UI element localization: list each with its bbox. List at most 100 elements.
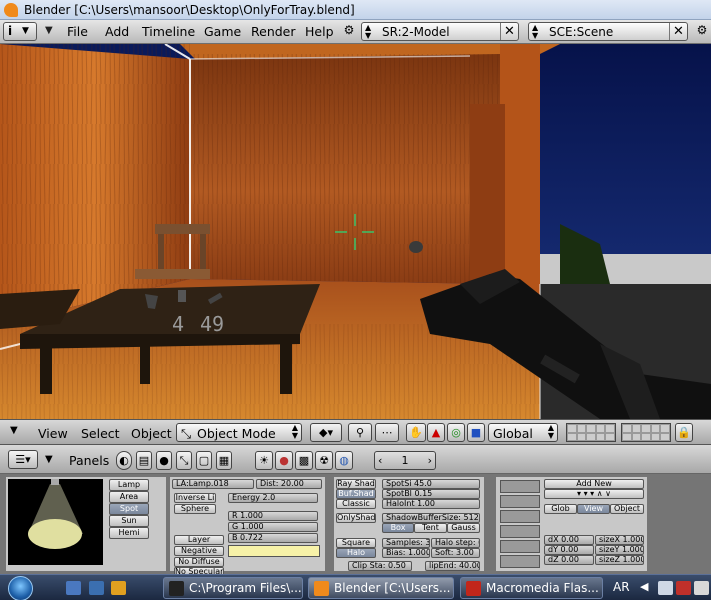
ray-shadow-button[interactable]: Ray Shad: [336, 479, 376, 489]
offset-x-field[interactable]: dX 0.00: [544, 535, 594, 545]
menu-file[interactable]: File: [67, 24, 88, 39]
blue-slider[interactable]: B 0.722: [228, 533, 318, 543]
square-button[interactable]: Square: [336, 538, 376, 548]
delete-scene-button[interactable]: ✕: [669, 23, 687, 40]
clip-start-field[interactable]: Clip Sta: 0.50: [348, 561, 412, 571]
tray-volume-icon[interactable]: [694, 581, 709, 595]
bias-field[interactable]: Bias: 1.000: [382, 548, 430, 558]
negative-button[interactable]: Negative: [174, 546, 224, 556]
lamp-dist-field[interactable]: Dist: 20.00: [256, 479, 322, 489]
script-context-icon[interactable]: ▤: [136, 451, 152, 470]
delete-screen-button[interactable]: ✕: [500, 23, 518, 40]
halo-button[interactable]: Halo: [336, 548, 376, 558]
filter-gauss-button[interactable]: Gauss: [447, 523, 480, 533]
add-new-texture-button[interactable]: Add New: [544, 479, 644, 489]
texture-tools-row[interactable]: ▾ ▾ ▾ ∧ ∨: [544, 489, 644, 499]
texture-channel-slot[interactable]: [500, 540, 540, 553]
world-buttons-icon[interactable]: ◍: [335, 451, 353, 470]
rotate-manipulator-icon[interactable]: ◎: [447, 423, 465, 442]
texture-channel-slot[interactable]: [500, 525, 540, 538]
explorer-icon[interactable]: [89, 581, 104, 595]
object-button[interactable]: Object: [610, 504, 644, 514]
size-y-field[interactable]: sizeY 1.000: [595, 545, 644, 555]
taskbar-item-flash[interactable]: Macromedia Flas...: [460, 577, 603, 599]
tray-expand-icon[interactable]: ◀: [640, 580, 648, 593]
energy-slider[interactable]: Energy 2.0: [228, 493, 318, 503]
tray-antivirus-icon[interactable]: [676, 581, 691, 595]
layer-button[interactable]: Layer: [174, 535, 224, 545]
radiosity-buttons-icon[interactable]: ☢: [315, 451, 333, 470]
taskbar-item-cmd[interactable]: C:\Program Files\...: [163, 577, 303, 599]
start-button[interactable]: [8, 576, 33, 600]
samples-field[interactable]: Samples: 3: [382, 538, 430, 548]
taskbar-item-blender[interactable]: Blender [C:\Users...: [308, 577, 454, 599]
menu-view[interactable]: View: [38, 426, 68, 441]
filter-box-button[interactable]: Box: [382, 523, 414, 533]
only-shadow-button[interactable]: OnlyShad: [336, 513, 376, 523]
editor-type-button[interactable]: i ▼: [3, 22, 37, 41]
mode-selector[interactable]: ⤡ Object Mode ▲ ▼: [176, 423, 302, 442]
filter-tent-button[interactable]: Tent: [414, 523, 447, 533]
show-desktop-icon[interactable]: [66, 581, 81, 595]
view-button[interactable]: View: [577, 504, 610, 514]
lamp-type-hemi[interactable]: Hemi: [109, 527, 149, 539]
media-player-icon[interactable]: [111, 581, 126, 595]
transform-orientation-selector[interactable]: Global ▲ ▼: [488, 423, 558, 442]
hand-icon[interactable]: ✋: [406, 423, 426, 442]
3d-viewport[interactable]: 4 49: [0, 44, 711, 419]
draw-type-button[interactable]: ◆▾: [310, 423, 342, 442]
lamp-type-sun[interactable]: Sun: [109, 515, 149, 527]
glob-button[interactable]: Glob: [544, 504, 577, 514]
menu-help[interactable]: Help: [305, 24, 334, 39]
menu-game[interactable]: Game: [204, 24, 241, 39]
no-diffuse-button[interactable]: No Diffuse: [174, 557, 224, 567]
collapse-menus-icon[interactable]: ▼: [45, 454, 53, 465]
menu-select[interactable]: Select: [81, 426, 120, 441]
spot-blend-slider[interactable]: SpotBl 0.15: [382, 489, 480, 499]
lamp-type-lamp[interactable]: Lamp: [109, 479, 149, 491]
texture-channel-slot[interactable]: [500, 555, 540, 568]
frame-number-field[interactable]: ‹ 1 ›: [374, 451, 436, 470]
layer-buttons-right[interactable]: [621, 423, 671, 442]
menu-timeline[interactable]: Timeline: [142, 24, 195, 39]
lamp-buttons-icon[interactable]: ☀: [255, 451, 273, 470]
menu-add[interactable]: Add: [105, 24, 129, 39]
offset-z-field[interactable]: dZ 0.00: [544, 555, 594, 565]
lamp-name-field[interactable]: LA:Lamp.018: [172, 479, 254, 489]
pivot-button[interactable]: ⚲: [348, 423, 372, 442]
clip-end-field[interactable]: lipEnd: 40.00: [425, 561, 480, 571]
collapse-menus-icon[interactable]: ▼: [10, 425, 18, 436]
classic-button[interactable]: Classic: [336, 499, 376, 509]
lamp-color-swatch[interactable]: [228, 545, 320, 557]
scene-selector[interactable]: ▲ ▼ SCE:Scene ✕: [528, 22, 688, 41]
green-slider[interactable]: G 1.000: [228, 522, 318, 532]
editor-type-button[interactable]: ☰▾: [8, 450, 38, 469]
sphere-button[interactable]: Sphere: [174, 504, 216, 514]
window-title-bar[interactable]: Blender [C:\Users\mansoor\Desktop\OnlyFo…: [0, 0, 711, 20]
scale-manipulator-icon[interactable]: ■: [467, 423, 485, 442]
language-indicator[interactable]: AR: [613, 580, 630, 594]
lamp-type-spot[interactable]: Spot: [109, 503, 149, 515]
menu-render[interactable]: Render: [251, 24, 296, 39]
offset-y-field[interactable]: dY 0.00: [544, 545, 594, 555]
snap-button[interactable]: ⋯: [375, 423, 399, 442]
editing-context-icon[interactable]: ▢: [196, 451, 212, 470]
menu-object[interactable]: Object: [131, 426, 172, 441]
lock-icon[interactable]: 🔒: [675, 423, 693, 442]
scene-context-icon[interactable]: ▦: [216, 451, 232, 470]
soft-field[interactable]: Soft: 3.00: [431, 548, 480, 558]
size-z-field[interactable]: sizeZ 1.000: [595, 555, 644, 565]
shading-context-icon[interactable]: ●: [156, 451, 172, 470]
spot-size-slider[interactable]: SpotSi 45.0: [382, 479, 480, 489]
halo-intensity-slider[interactable]: HaloInt 1.00: [382, 499, 480, 509]
collapse-menus-icon[interactable]: ▼: [45, 25, 53, 36]
material-buttons-icon[interactable]: ●: [275, 451, 293, 470]
texture-buttons-icon[interactable]: ▩: [295, 451, 313, 470]
shadow-buffer-size-field[interactable]: ShadowBufferSize: 512: [382, 513, 480, 523]
lamp-type-area[interactable]: Area: [109, 491, 149, 503]
texture-channel-slot[interactable]: [500, 510, 540, 523]
texture-channel-slot[interactable]: [500, 495, 540, 508]
falloff-select[interactable]: Inverse Li: [174, 493, 216, 503]
object-context-icon[interactable]: ⤡: [176, 451, 192, 470]
halo-step-field[interactable]: Halo step: 0: [431, 538, 480, 548]
